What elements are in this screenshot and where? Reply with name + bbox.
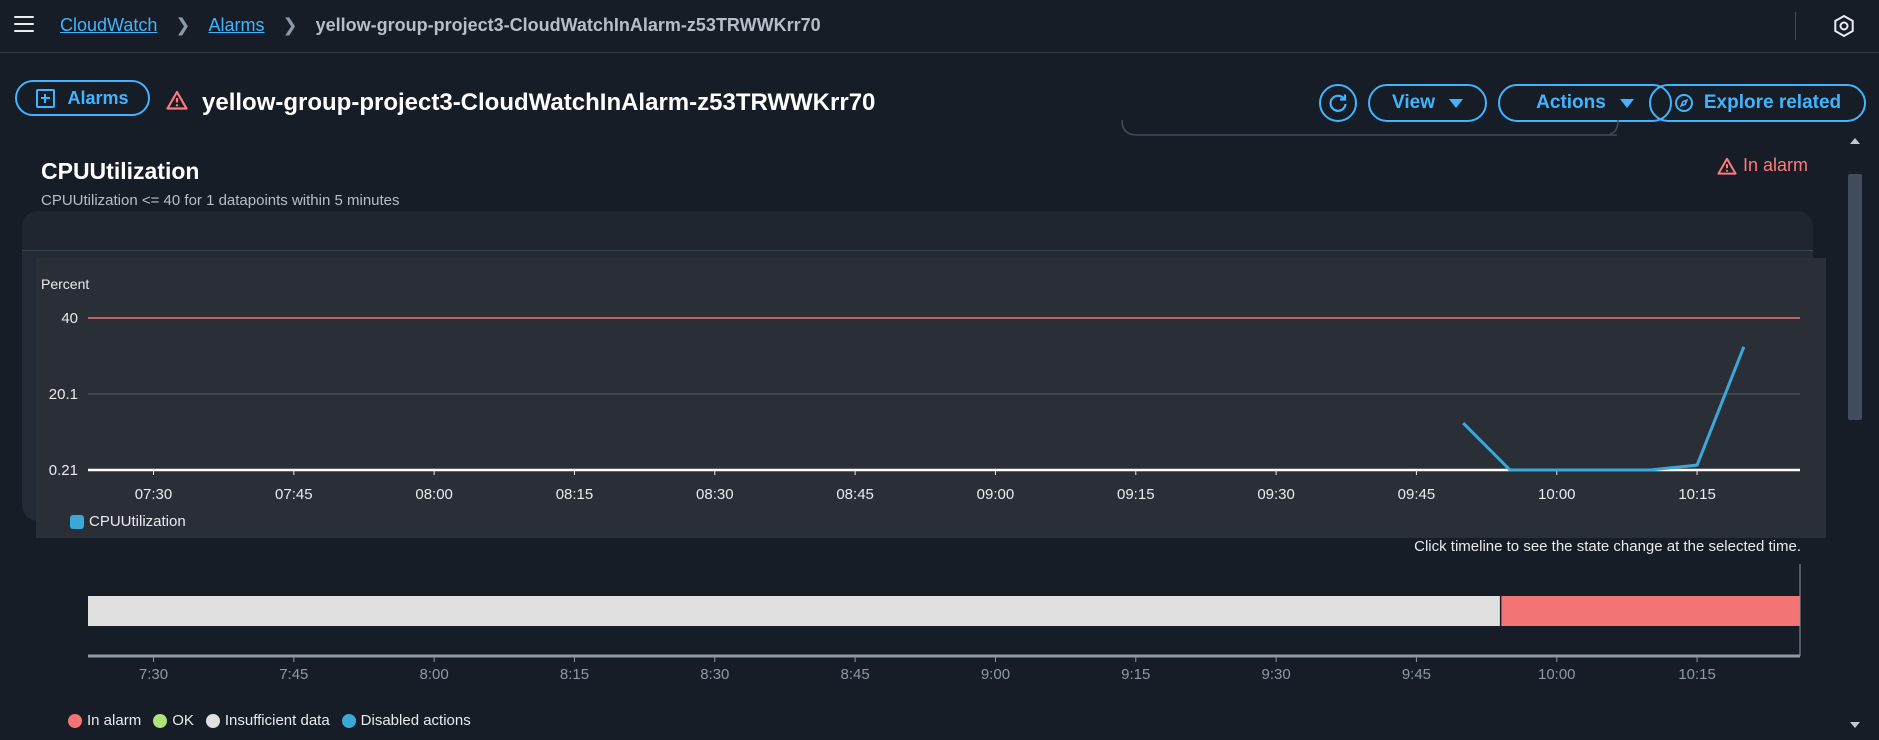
timeline-tick-label: 7:30 <box>139 666 168 683</box>
y-tick-label: 40 <box>61 310 78 327</box>
y-tick-label: 0.21 <box>49 462 78 479</box>
timeline-tick-label: 7:45 <box>279 666 308 683</box>
y-tick-label: 20.1 <box>49 386 78 403</box>
x-tick-label: 08:00 <box>415 486 453 503</box>
x-tick-label: 09:00 <box>977 486 1015 503</box>
timeline-legend: In alarm OK Insufficient data Disabled acti… <box>68 712 483 729</box>
legend-swatch <box>153 713 168 728</box>
timeline-legend-item: OK <box>153 712 194 729</box>
legend-label: Disabled actions <box>360 712 471 729</box>
legend-swatch <box>68 713 82 728</box>
x-tick-label: 09:30 <box>1257 486 1295 503</box>
cpu-utilization-line-chart[interactable]: 40 20.1 0.21 07:30 07:45 08:00 08:15 08:30 08:45… <box>0 0 1879 520</box>
timeline-tick-label: 8:45 <box>841 666 870 683</box>
timeline-tick-label: 9:15 <box>1121 666 1150 683</box>
timeline-tick-label: 9:30 <box>1262 666 1291 683</box>
timeline-tick-label: 8:15 <box>560 666 589 683</box>
chart-legend: CPUUtilization <box>70 513 186 530</box>
x-tick-label: 07:45 <box>275 486 313 503</box>
timeline-tick-label: 10:00 <box>1538 666 1576 683</box>
x-tick-label: 09:45 <box>1398 486 1436 503</box>
timeline-tick-label: 8:00 <box>420 666 449 683</box>
timeline-tick-label: 9:00 <box>981 666 1010 683</box>
series-line-cpuutilization[interactable] <box>1462 346 1746 472</box>
x-tick-label: 10:00 <box>1538 486 1576 503</box>
scroll-down-arrow-icon[interactable] <box>1850 722 1860 728</box>
x-tick-label: 08:30 <box>696 486 734 503</box>
x-tick-label: 08:15 <box>556 486 594 503</box>
legend-swatch <box>70 514 84 529</box>
legend-label: CPUUtilization <box>89 513 186 530</box>
timeline-hint: Click timeline to see the state change a… <box>1414 538 1801 555</box>
legend-swatch <box>341 713 356 728</box>
timeline-tick-label: 9:45 <box>1402 666 1431 683</box>
x-tick-label: 07:30 <box>135 486 173 503</box>
timeline-legend-item: In alarm <box>68 712 141 729</box>
timeline-segment-in-alarm[interactable] <box>1500 596 1800 626</box>
x-tick-label: 10:15 <box>1678 486 1716 503</box>
timeline-legend-item: Disabled actions <box>341 712 471 729</box>
legend-label: In alarm <box>87 712 142 729</box>
alarm-state-timeline[interactable]: 7:30 7:45 8:00 8:15 8:30 8:45 9:00 9:15 9:30 9:45… <box>0 560 1879 690</box>
legend-label: Insufficient data <box>224 712 330 729</box>
timeline-tick-label: 10:15 <box>1678 666 1716 683</box>
x-tick-label: 08:45 <box>836 486 874 503</box>
x-tick-label: 09:15 <box>1117 486 1155 503</box>
timeline-legend-item: Insufficient data <box>205 712 330 729</box>
timeline-segment-insufficient-data[interactable] <box>88 596 1501 626</box>
legend-label: OK <box>172 712 194 729</box>
legend-swatch <box>205 713 220 728</box>
timeline-tick-label: 8:30 <box>700 666 729 683</box>
